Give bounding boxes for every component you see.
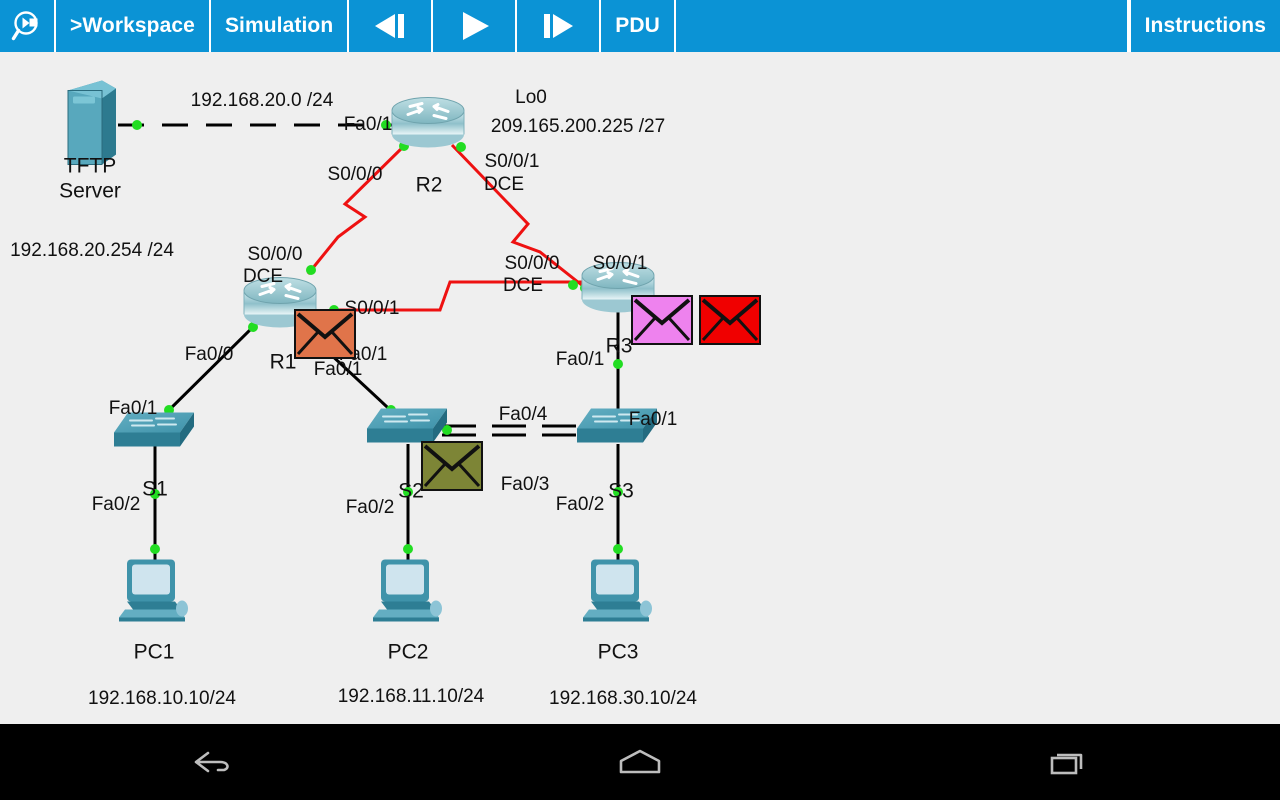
iface-label-r3-s000-dce: DCE	[502, 274, 544, 296]
iface-label-r1-s000-dce: DCE	[242, 265, 284, 287]
nav-home-button[interactable]	[580, 734, 700, 790]
simulation-label: Simulation	[224, 14, 334, 37]
r2-loopback-ip-label: 209.165.200.225 /27	[490, 115, 666, 137]
step-forward-icon	[544, 14, 574, 38]
iface-label-s1-fa01: Fa0/1	[108, 397, 158, 419]
iface-label-s3-fa01: Fa0/1	[628, 408, 678, 430]
device-label-s1: S1	[142, 477, 168, 501]
iface-label-r1-s000: S0/0/0	[247, 243, 303, 265]
inspect-tool-button[interactable]	[0, 0, 56, 52]
link-r1-s1	[158, 320, 260, 421]
device-label-pc1: PC1	[133, 640, 175, 664]
iface-label-r2-fa01: Fa0/1	[343, 113, 393, 135]
pdu-envelope-orange[interactable]	[294, 309, 356, 359]
device-pc1[interactable]	[115, 552, 193, 633]
iface-label-r3-fa01: Fa0/1	[555, 348, 605, 370]
step-back-icon	[375, 14, 405, 38]
device-pc3[interactable]	[579, 552, 657, 633]
device-label-tftp-line1: TFTP	[63, 154, 117, 178]
app-root: >Workspace Simulation PDU Instructions T…	[0, 0, 1280, 800]
nav-recents-button[interactable]	[1007, 734, 1127, 790]
instructions-button[interactable]: Instructions	[1128, 0, 1280, 52]
pc-icon	[119, 559, 188, 622]
top-toolbar: >Workspace Simulation PDU Instructions	[0, 0, 1280, 52]
iface-label-r3-s000: S0/0/0	[504, 252, 560, 274]
envelope-icon	[423, 444, 481, 488]
pc3-ip-label: 192.168.30.10/24	[549, 687, 697, 709]
router-icon	[391, 97, 465, 148]
recent-apps-icon	[1050, 753, 1082, 775]
magnify-inspect-icon	[11, 11, 38, 41]
pdu-envelope-olive[interactable]	[421, 441, 483, 491]
nav-back-button[interactable]	[153, 734, 273, 790]
android-navigation-bar	[0, 724, 1280, 800]
step-back-button[interactable]	[349, 0, 434, 52]
iface-label-s1-fa02: Fa0/2	[91, 493, 141, 515]
device-label-s3: S3	[608, 479, 634, 503]
play-icon	[463, 12, 490, 40]
device-label-pc3: PC3	[597, 640, 639, 664]
device-label-r3: R3	[605, 334, 633, 358]
device-label-r1: R1	[269, 350, 297, 374]
device-pc2[interactable]	[369, 552, 447, 633]
pc2-ip-label: 192.168.11.10/24	[337, 685, 485, 707]
pc-icon	[583, 559, 652, 622]
step-forward-button[interactable]	[517, 0, 602, 52]
iface-label-s3-fa02: Fa0/2	[555, 493, 605, 515]
device-label-tftp-line2: Server	[59, 179, 121, 203]
instructions-label: Instructions	[1144, 14, 1266, 37]
pdu-envelope-magenta[interactable]	[631, 295, 693, 345]
pdu-envelope-red[interactable]	[699, 295, 761, 345]
pc1-ip-label: 192.168.10.10/24	[88, 687, 236, 709]
pc-icon	[373, 559, 442, 622]
r2-loopback-name-label: Lo0	[515, 86, 547, 108]
topology-canvas[interactable]: TFTP Server 192.168.20.254 /24 192.168.2…	[0, 52, 1280, 724]
envelope-icon	[633, 298, 691, 342]
device-label-s2: S2	[398, 479, 424, 503]
pdu-label: PDU	[615, 14, 660, 37]
envelope-icon	[701, 298, 759, 342]
play-button[interactable]	[433, 0, 518, 52]
iface-label-s2-fa02: Fa0/2	[345, 496, 395, 518]
iface-label-r2-s000: S0/0/0	[327, 163, 383, 185]
iface-label-r2-s001: S0/0/1	[484, 150, 540, 172]
device-r2[interactable]	[388, 95, 468, 156]
back-arrow-icon	[195, 751, 230, 773]
workspace-label: >Workspace	[70, 14, 195, 37]
device-label-pc2: PC2	[387, 640, 429, 664]
simulation-button[interactable]: Simulation	[210, 0, 350, 52]
home-icon	[619, 749, 661, 774]
device-label-r2: R2	[415, 173, 443, 197]
iface-label-s2-fa01: Fa0/1	[313, 358, 363, 380]
iface-label-r1-fa00: Fa0/0	[184, 343, 234, 365]
workspace-button[interactable]: >Workspace	[56, 0, 211, 52]
tftp-ip-label: 192.168.20.254 /24	[10, 239, 174, 261]
iface-label-s3-fa03: Fa0/3	[500, 473, 550, 495]
iface-label-s2-fa04: Fa0/4	[498, 403, 548, 425]
pdu-button[interactable]: PDU	[601, 0, 676, 52]
iface-label-r3-s001: S0/0/1	[592, 252, 648, 274]
envelope-icon	[296, 312, 354, 356]
tftp-subnet-label: 192.168.20.0 /24	[190, 89, 334, 111]
toolbar-spacer	[675, 0, 1129, 52]
iface-label-r2-s001-dce: DCE	[483, 173, 525, 195]
